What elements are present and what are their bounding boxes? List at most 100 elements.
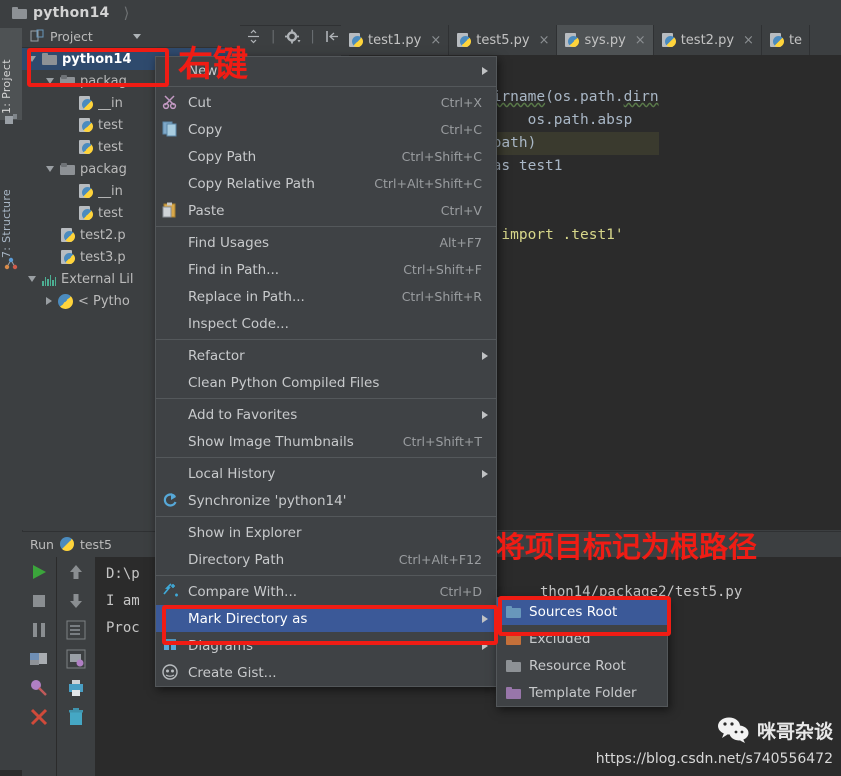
tree-twisty-icon[interactable] xyxy=(46,78,54,84)
menu-item-icon-placeholder xyxy=(162,465,184,483)
context-menu-item-label: Refactor xyxy=(188,347,245,364)
sidebar-item-project[interactable]: 1: Project xyxy=(0,28,22,120)
editor-tab[interactable]: test1.py × xyxy=(341,25,450,55)
submenu-item[interactable]: Template Folder xyxy=(497,679,667,706)
submenu-item-label: Sources Root xyxy=(529,603,618,620)
context-menu-item[interactable]: Inspect Code... xyxy=(156,310,496,337)
run-icon[interactable] xyxy=(29,562,49,582)
submenu-item-label: Template Folder xyxy=(529,684,637,701)
context-menu-item[interactable]: Find Usages Alt+F7 xyxy=(156,229,496,256)
compare-icon xyxy=(162,582,184,601)
tool-window-strip: 1: Project 7: Structure xyxy=(0,25,23,770)
submenu-item[interactable]: Excluded xyxy=(497,625,667,652)
pin-icon[interactable] xyxy=(29,678,49,698)
context-menu-item[interactable]: Show in Explorer xyxy=(156,519,496,546)
context-menu-item[interactable]: Refactor xyxy=(156,342,496,369)
editor-tab[interactable]: test5.py × xyxy=(449,25,558,55)
pause-icon[interactable] xyxy=(29,620,49,640)
sidebar-item-structure-label: 7: Structure xyxy=(0,189,13,258)
breadcrumb[interactable]: python14 ⟩ xyxy=(0,4,129,22)
context-menu-item[interactable]: Mark Directory as xyxy=(156,605,496,632)
editor-tab-bar: test1.py × test5.py × sys.py × test2.py × te xyxy=(341,25,841,55)
context-menu-item[interactable]: Paste Ctrl+V xyxy=(156,197,496,224)
context-menu-item[interactable]: Copy Ctrl+C xyxy=(156,116,496,143)
settings-gear-icon[interactable] xyxy=(284,28,301,45)
watermark-url: https://blog.csdn.net/s740556472 xyxy=(595,751,833,767)
hide-panel-icon[interactable] xyxy=(324,28,341,45)
chevron-down-icon[interactable] xyxy=(132,33,141,39)
context-menu-item-label: Diagrams xyxy=(188,637,253,654)
context-menu-item[interactable]: Synchronize 'python14' xyxy=(156,487,496,514)
close-icon[interactable]: × xyxy=(539,33,550,48)
context-menu-item[interactable]: Cut Ctrl+X xyxy=(156,89,496,116)
soft-wrap-icon[interactable] xyxy=(66,620,86,640)
tree-row-label: test3.p xyxy=(80,249,126,265)
submenu-arrow-icon xyxy=(482,351,488,360)
submenu-item[interactable]: Resource Root xyxy=(497,652,667,679)
editor-tab[interactable]: test2.py × xyxy=(654,25,762,55)
scissors-icon xyxy=(162,94,184,112)
scroll-down-icon[interactable] xyxy=(66,591,86,611)
close-icon[interactable]: × xyxy=(743,33,754,48)
close-icon[interactable] xyxy=(29,707,49,727)
context-menu-item[interactable]: Find in Path... Ctrl+Shift+F xyxy=(156,256,496,283)
folder-icon xyxy=(42,53,57,65)
context-menu-item[interactable]: Diagrams xyxy=(156,632,496,659)
tree-twisty-icon[interactable] xyxy=(28,276,36,282)
editor-tab[interactable]: te xyxy=(762,25,811,55)
context-menu-item[interactable]: Show Image Thumbnails Ctrl+Shift+T xyxy=(156,428,496,455)
scroll-up-icon[interactable] xyxy=(66,562,86,582)
context-menu-item[interactable]: Replace in Path... Ctrl+Shift+R xyxy=(156,283,496,310)
context-menu-item[interactable]: Copy Path Ctrl+Shift+C xyxy=(156,143,496,170)
tree-twisty-icon[interactable] xyxy=(46,297,52,305)
menu-separator xyxy=(156,457,496,458)
context-menu-item[interactable]: Add to Favorites xyxy=(156,401,496,428)
submenu-arrow-icon xyxy=(482,469,488,478)
submenu-arrow-icon xyxy=(482,614,488,623)
python-icon xyxy=(58,293,73,309)
sidebar-item-structure[interactable]: 7: Structure xyxy=(0,160,22,264)
context-menu-item-shortcut: Ctrl+Alt+F12 xyxy=(398,552,482,567)
context-menu-item[interactable]: Copy Relative Path Ctrl+Alt+Shift+C xyxy=(156,170,496,197)
tree-row-label: test xyxy=(98,205,123,221)
breadcrumb-separator-icon: ⟩ xyxy=(123,3,130,22)
close-icon[interactable]: × xyxy=(430,33,441,48)
context-menu-item-shortcut: Ctrl+Alt+Shift+C xyxy=(374,176,482,191)
editor-tab[interactable]: sys.py × xyxy=(557,25,654,55)
annotation-mark-as-root: 将项目标记为根路径 xyxy=(496,530,758,564)
project-toolbar: | | xyxy=(245,28,341,45)
context-menu-item-label: Compare With... xyxy=(188,583,298,600)
restore-layout-icon[interactable] xyxy=(29,649,49,669)
close-icon[interactable]: × xyxy=(635,33,646,48)
run-config-name[interactable]: test5 xyxy=(80,537,112,552)
context-menu-item[interactable]: Local History xyxy=(156,460,496,487)
context-menu-item[interactable]: Create Gist... xyxy=(156,659,496,686)
context-menu-item-label: Copy Path xyxy=(188,148,257,165)
editor-tab-label: test5.py xyxy=(476,32,530,48)
tree-twisty-icon[interactable] xyxy=(28,56,36,62)
editor-tab-label: sys.py xyxy=(584,32,626,48)
trash-icon[interactable] xyxy=(66,707,86,727)
stop-icon[interactable] xyxy=(29,591,49,611)
python-file-icon xyxy=(61,249,75,265)
tree-row-label: test xyxy=(98,117,123,133)
menu-separator xyxy=(156,575,496,576)
menu-item-icon-placeholder xyxy=(162,288,184,306)
sidebar-item-project-label: 1: Project xyxy=(0,59,13,114)
run-toolbar-left xyxy=(22,557,56,776)
python-file-icon xyxy=(79,205,93,221)
python-file-icon xyxy=(79,95,93,111)
context-menu-item-shortcut: Ctrl+Shift+R xyxy=(401,289,482,304)
python-file-icon xyxy=(61,227,75,243)
submenu-item[interactable]: Sources Root xyxy=(497,598,667,625)
scroll-to-end-icon[interactable] xyxy=(66,649,86,669)
wechat-icon xyxy=(717,717,749,743)
context-menu-item-shortcut: Ctrl+D xyxy=(439,584,482,599)
context-menu-item[interactable]: Compare With... Ctrl+D xyxy=(156,578,496,605)
tree-twisty-icon[interactable] xyxy=(46,166,54,172)
context-menu-item[interactable]: Clean Python Compiled Files xyxy=(156,369,496,396)
context-menu-item[interactable]: Directory Path Ctrl+Alt+F12 xyxy=(156,546,496,573)
print-icon[interactable] xyxy=(66,678,86,698)
library-icon xyxy=(42,273,56,286)
context-menu-item-shortcut: Ctrl+Shift+C xyxy=(401,149,482,164)
